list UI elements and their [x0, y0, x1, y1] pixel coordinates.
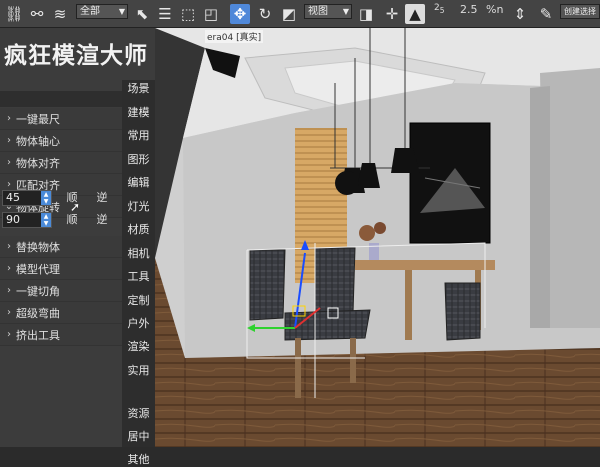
spinner-arrows-icon[interactable]: ▲ ▼: [41, 191, 51, 205]
menu-item-align[interactable]: › 物体对齐: [0, 152, 122, 174]
menu-item-label: 替换物体: [16, 240, 60, 254]
menu-item-label: 物体对齐: [16, 156, 60, 170]
3d-viewport[interactable]: era04 [真实]: [155, 28, 600, 447]
menu-item-label: 挤出工具: [16, 328, 60, 342]
tab-outdoor[interactable]: 户外: [122, 315, 155, 331]
selection-filter-value: 全部: [80, 6, 100, 17]
chair-leg: [295, 338, 301, 398]
menu-item-proxy[interactable]: › 模型代理: [0, 258, 122, 280]
tab-edit[interactable]: 编辑: [122, 174, 155, 190]
tab-tools[interactable]: 工具: [122, 268, 155, 284]
tab-render[interactable]: 渲染: [122, 338, 155, 354]
flowers: [374, 222, 386, 234]
chevron-right-icon: ›: [7, 157, 11, 168]
window-crossing-icon[interactable]: ◰: [201, 4, 221, 24]
dining-table-top: [355, 260, 495, 270]
chevron-right-icon: ›: [7, 285, 11, 296]
chair-leg: [350, 338, 356, 383]
snap-toggle-icon[interactable]: 25: [434, 3, 445, 15]
tab-lights[interactable]: 灯光: [122, 198, 155, 214]
chevron-right-icon: ›: [7, 263, 11, 274]
menu-item-label: 超级弯曲: [16, 306, 60, 320]
percent-snap-toggle[interactable]: %n: [486, 3, 503, 16]
named-selection-field[interactable]: 创建选择: [560, 4, 600, 19]
keyboard-shortcut-toggle-icon[interactable]: ▲: [405, 4, 425, 24]
chevron-right-icon: ›: [7, 135, 11, 146]
bind-space-warp-icon[interactable]: ≋: [50, 4, 70, 24]
coord-system-dropdown[interactable]: 视图 ▼: [304, 4, 352, 19]
chair-back-selected: [314, 247, 356, 317]
rotate-ccw-button-1[interactable]: 逆: [92, 190, 112, 206]
menu-item-label: 物体轴心: [16, 134, 60, 148]
scale-icon[interactable]: ◩: [279, 4, 299, 24]
tab-other[interactable]: 其他: [122, 451, 155, 467]
rotate-angle-2-input[interactable]: 90 ▲ ▼: [2, 212, 52, 228]
rotate-row-2: 90 ▲ ▼ 顺 逆: [0, 212, 122, 232]
tool-menu-lower: › 替换物体 › 模型代理 › 一键切角 › 超级弯曲 › 挤出工具: [0, 236, 122, 346]
tab-utility[interactable]: 实用: [122, 362, 155, 378]
scene-render: [155, 28, 600, 447]
coord-system-value: 视图: [308, 6, 328, 17]
table-leg: [405, 270, 412, 340]
chair-back: [249, 249, 286, 321]
rotate-ccw-button-2[interactable]: 逆: [92, 212, 112, 228]
rotate-angle-1-input[interactable]: 45 ▲ ▼: [2, 190, 52, 206]
angle-snap-value[interactable]: 2.5: [460, 3, 478, 16]
unlink-icon[interactable]: ⚯: [27, 4, 47, 24]
tab-camera[interactable]: 相机: [122, 245, 155, 261]
menu-item-extrude[interactable]: › 挤出工具: [0, 324, 122, 346]
chevron-right-icon: ›: [7, 329, 11, 340]
viewport-label[interactable]: era04 [真实]: [205, 30, 264, 43]
category-tabs: 场景 建模 常用 图形 编辑 灯光 材质 相机 工具 定制 户外 渲染 实用 资…: [122, 80, 155, 466]
named-selection-value: 创建选择: [564, 7, 596, 16]
brand-title: 疯狂模渲大师: [4, 43, 148, 69]
column-edge: [530, 86, 550, 328]
select-manipulate-icon[interactable]: ✛: [382, 4, 402, 24]
tab-scene[interactable]: 场景: [122, 80, 155, 96]
menu-item-label: 一键切角: [16, 284, 60, 298]
menu-item-bend[interactable]: › 超级弯曲: [0, 302, 122, 324]
tab-shapes[interactable]: 图形: [122, 151, 155, 167]
rotate-icon[interactable]: ↻: [255, 4, 275, 24]
mouse-cursor-icon: ➚: [70, 200, 81, 214]
chevron-down-icon: ▼: [118, 7, 125, 16]
tab-materials[interactable]: 材质: [122, 221, 155, 237]
pivot-center-icon[interactable]: ◨: [356, 4, 376, 24]
chevron-right-icon: ›: [7, 307, 11, 318]
link-icon[interactable]: ⛓: [4, 4, 24, 24]
tab-center[interactable]: 居中: [122, 428, 155, 444]
menu-item-label: 模型代理: [16, 262, 60, 276]
rotate-cw-button-2[interactable]: 顺: [62, 212, 82, 228]
main-toolbar: ⛓ ⚯ ≋ 全部 ▼ ⬉ ☰ ⬚ ◰ ✥ ↻ ◩ 视图 ▼ ◨ ✛ ▲ 25 2…: [0, 0, 600, 28]
tab-common[interactable]: 常用: [122, 127, 155, 143]
tab-custom[interactable]: 定制: [122, 292, 155, 308]
selection-filter-dropdown[interactable]: 全部 ▼: [76, 4, 128, 19]
select-object-icon[interactable]: ⬉: [132, 4, 152, 24]
spinner-snap-icon[interactable]: ⇕: [510, 4, 530, 24]
rotate-angle-1-value: 45: [6, 191, 20, 204]
menu-item-pivot[interactable]: › 物体轴心: [0, 130, 122, 152]
flowers: [359, 225, 375, 241]
rotate-row-1: 45 ▲ ▼ 顺 逆: [0, 190, 122, 210]
tab-modeling[interactable]: 建模: [122, 104, 155, 120]
select-by-name-icon[interactable]: ☰: [155, 4, 175, 24]
menu-item-label: 一键最尺: [16, 112, 60, 126]
chevron-right-icon: ›: [7, 179, 11, 190]
chevron-down-icon: ▼: [342, 7, 349, 16]
spinner-arrows-icon[interactable]: ▲ ▼: [41, 213, 51, 227]
plugin-panel: 疯狂模渲大师 🔍︎ › 一键最尺 › 物体轴心 › 物体对齐 › 匹配对齐 ⌄ …: [0, 28, 155, 466]
rect-selection-icon[interactable]: ⬚: [178, 4, 198, 24]
chevron-right-icon: ›: [7, 113, 11, 124]
tab-resources[interactable]: 资源: [122, 405, 155, 421]
menu-item-one-key-size[interactable]: › 一键最尺: [0, 108, 122, 130]
move-icon[interactable]: ✥: [230, 4, 250, 24]
pendant-lamp-4: [335, 171, 359, 195]
chevron-right-icon: ›: [7, 241, 11, 252]
rotate-angle-2-value: 90: [6, 213, 20, 226]
menu-item-chamfer[interactable]: › 一键切角: [0, 280, 122, 302]
chair-right: [444, 282, 481, 341]
edit-named-selection-icon[interactable]: ✎: [536, 4, 556, 24]
menu-item-replace[interactable]: › 替换物体: [0, 236, 122, 258]
